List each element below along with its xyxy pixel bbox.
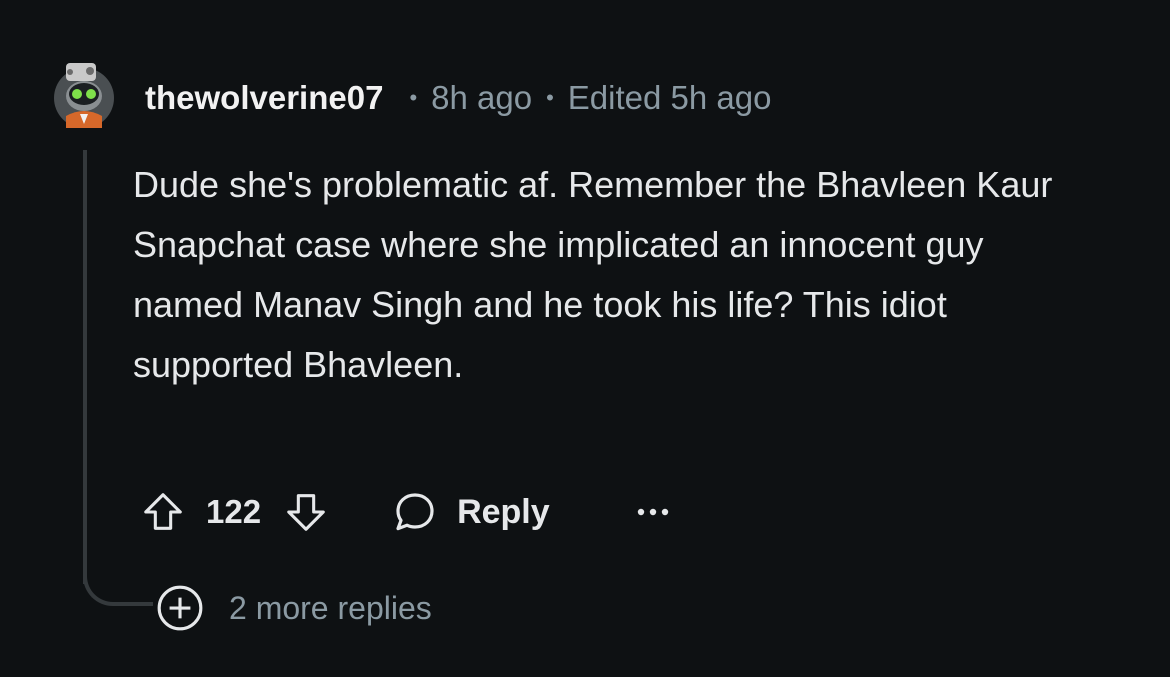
speech-bubble-icon: [396, 493, 434, 531]
more-replies-label: 2 more replies: [229, 589, 432, 626]
plus-circle-icon: [157, 585, 203, 631]
separator-dot: •: [409, 85, 418, 110]
more-options-button[interactable]: [636, 506, 670, 518]
thread-line[interactable]: [83, 150, 87, 584]
avatar[interactable]: [54, 58, 114, 128]
comment-body: Dude she's problematic af. Remember the …: [133, 164, 1053, 385]
edited-label: Edited 5h ago: [567, 79, 772, 116]
arrow-down-icon: [287, 494, 325, 531]
more-replies-button[interactable]: 2 more replies: [155, 584, 432, 632]
arrow-up-icon: [144, 493, 182, 530]
separator-dot: •: [546, 85, 554, 110]
downvote-button[interactable]: [283, 489, 329, 535]
upvote-button[interactable]: [140, 489, 186, 535]
thread-line-branch: [83, 560, 153, 606]
timestamp: 8h ago: [431, 79, 533, 116]
avatar-icon: [54, 63, 114, 128]
ellipsis-icon: [637, 508, 668, 516]
comment-actions: 122 Reply: [140, 484, 670, 540]
comment-meta: thewolverine07 • 8h ago • Edited 5h ago: [145, 76, 771, 120]
reply-label: Reply: [457, 492, 550, 531]
vote-count: 122: [206, 493, 262, 530]
reply-button[interactable]: Reply: [391, 488, 550, 536]
username[interactable]: thewolverine07: [145, 79, 383, 117]
